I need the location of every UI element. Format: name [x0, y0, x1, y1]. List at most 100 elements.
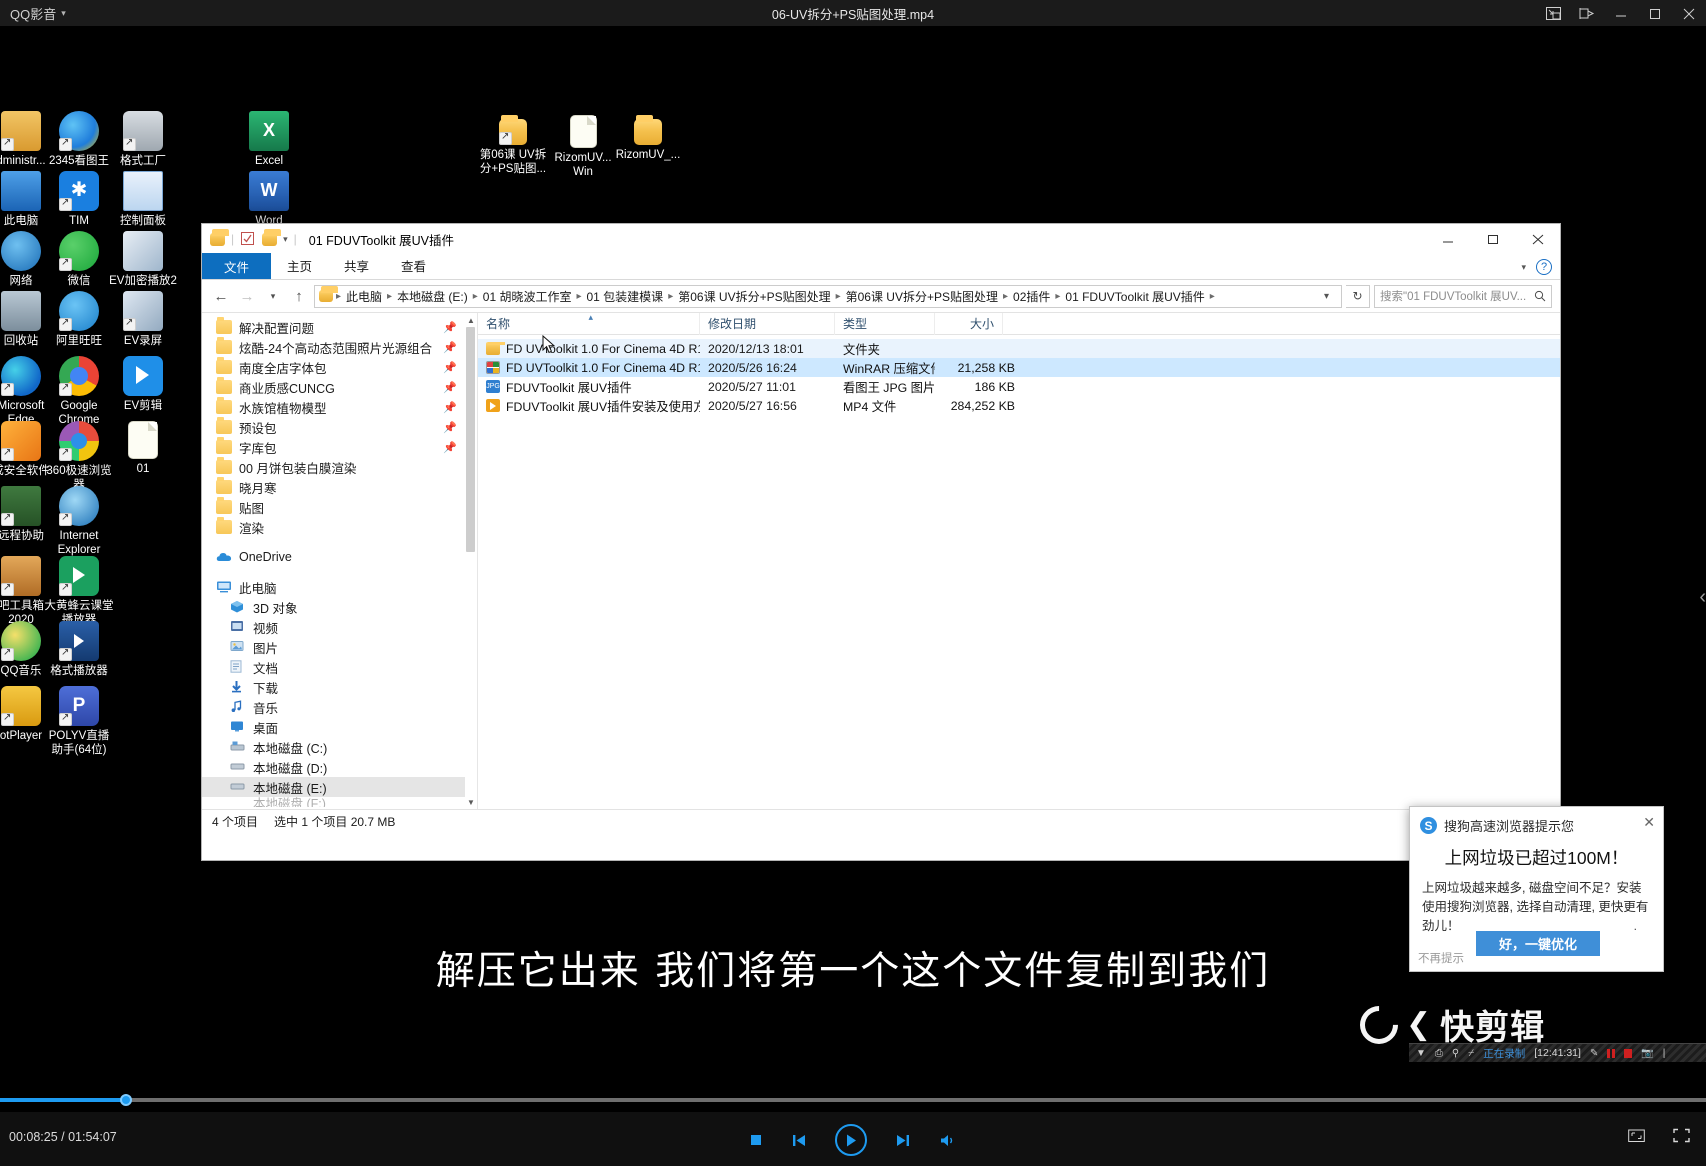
- stop-icon[interactable]: [1624, 1049, 1632, 1058]
- address-dropdown-icon[interactable]: ▾: [1316, 291, 1337, 302]
- nav-item-0[interactable]: 解决配置问题📌: [202, 317, 465, 337]
- nav-item-5[interactable]: 预设包📌: [202, 417, 465, 437]
- column-header-type[interactable]: 类型: [835, 313, 935, 335]
- pin-icon[interactable]: 📌: [443, 361, 457, 374]
- camera-icon[interactable]: 📷: [1641, 1048, 1653, 1059]
- minimize-icon[interactable]: [1425, 224, 1470, 254]
- nav-item-desktop[interactable]: 桌面: [202, 717, 465, 737]
- nav-item-partial[interactable]: 本地磁盘 (F:): [202, 797, 465, 807]
- breadcrumb-item-5[interactable]: 第06课 UV拆分+PS贴图处理: [842, 288, 1002, 305]
- nav-item-4[interactable]: 水族馆植物模型📌: [202, 397, 465, 417]
- refresh-button[interactable]: ↻: [1346, 285, 1370, 308]
- maximize-icon[interactable]: [1470, 224, 1515, 254]
- nav-item-onedrive[interactable]: OneDrive: [202, 547, 465, 567]
- breadcrumb-item-2[interactable]: 01 胡晓波工作室: [479, 288, 576, 305]
- nav-item-this-pc[interactable]: 此电脑: [202, 577, 465, 597]
- tab-view[interactable]: 查看: [385, 253, 442, 279]
- pin-icon[interactable]: 📌: [443, 341, 457, 354]
- folder-icon[interactable]: [210, 233, 225, 246]
- desktop-icon-polyv[interactable]: P POLYV直播 助手(64位): [36, 686, 122, 757]
- pin-icon[interactable]: 📌: [443, 421, 457, 434]
- pause-icon[interactable]: [1607, 1049, 1615, 1058]
- desktop-icon-internet-explorer[interactable]: Internet Explorer: [36, 486, 122, 557]
- desktop-icon-word[interactable]: W Word: [226, 171, 312, 229]
- nav-item-10[interactable]: 渲染: [202, 517, 465, 537]
- nav-item-7[interactable]: 00 月饼包装白膜渲染: [202, 457, 465, 477]
- tab-share[interactable]: 共享: [328, 253, 385, 279]
- minimize-icon[interactable]: [1604, 0, 1638, 26]
- nav-item-1[interactable]: 炫酷-24个高动态范围照片光源组合📌: [202, 337, 465, 357]
- cast-icon[interactable]: [1570, 0, 1604, 26]
- pip-icon[interactable]: [1536, 0, 1570, 26]
- desktop-icon-ev-capture[interactable]: EV录屏: [100, 291, 186, 349]
- tab-home[interactable]: 主页: [271, 253, 328, 279]
- up-icon[interactable]: ↑: [288, 285, 310, 307]
- chevron-down-icon[interactable]: ▾: [61, 8, 66, 19]
- nav-item-documents[interactable]: 文档: [202, 657, 465, 677]
- help-icon[interactable]: ?: [1536, 259, 1552, 275]
- nav-item-music[interactable]: 音乐: [202, 697, 465, 717]
- desktop-icon-ev-encrypt-player[interactable]: EV加密播放2: [100, 231, 186, 289]
- desktop-icon-dahuangfeng-player[interactable]: 大黄蜂云课堂 播放器: [36, 556, 122, 627]
- no-remind-link[interactable]: 不再提示: [1418, 950, 1464, 966]
- table-row[interactable]: JPG FDUVToolkit 展UV插件 2020/5/27 11:01 看图…: [478, 377, 1560, 396]
- previous-button[interactable]: [791, 1133, 807, 1148]
- nav-item-videos[interactable]: 视频: [202, 617, 465, 637]
- seek-bar[interactable]: [0, 1098, 1706, 1102]
- pin-icon[interactable]: 📌: [443, 401, 457, 414]
- desktop-icon-format-factory[interactable]: 格式工厂: [100, 111, 186, 169]
- desktop-icon-01-doc[interactable]: 01: [100, 421, 186, 477]
- desktop-icon-rizomuv-folder[interactable]: RizomUV_...: [605, 111, 691, 163]
- maximize-icon[interactable]: [1638, 0, 1672, 26]
- forward-icon[interactable]: →: [236, 285, 258, 307]
- nav-item-3d-objects[interactable]: 3D 对象: [202, 597, 465, 617]
- breadcrumb-item-1[interactable]: 本地磁盘 (E:): [393, 288, 472, 305]
- nav-item-3[interactable]: 商业质感CUNCG📌: [202, 377, 465, 397]
- close-icon[interactable]: [1515, 224, 1560, 254]
- pen-icon[interactable]: ✎: [1590, 1048, 1598, 1059]
- table-row[interactable]: FD UVToolkit 1.0 For Cinema 4D R19... 20…: [478, 358, 1560, 377]
- back-icon[interactable]: ←: [210, 285, 232, 307]
- more-icon[interactable]: |: [1663, 1048, 1666, 1059]
- new-folder-icon[interactable]: [262, 233, 277, 246]
- nav-item-8[interactable]: 晓月寒: [202, 477, 465, 497]
- nav-item-downloads[interactable]: 下载: [202, 677, 465, 697]
- address-path[interactable]: ▸ 此电脑 ▸ 本地磁盘 (E:) ▸ 01 胡晓波工作室 ▸ 01 包装建模课…: [314, 285, 1342, 308]
- search-input[interactable]: 搜索"01 FDUVToolkit 展UV...: [1374, 285, 1552, 308]
- nav-item-2[interactable]: 南度全店字体包📌: [202, 357, 465, 377]
- screenshot-button[interactable]: [1628, 1128, 1645, 1148]
- desktop-icon-control-panel[interactable]: 控制面板: [100, 171, 186, 229]
- scroll-up-icon[interactable]: ▲: [465, 313, 477, 327]
- nav-item-drive-e[interactable]: 本地磁盘 (E:): [202, 777, 465, 797]
- column-header-size[interactable]: 大小: [935, 313, 1003, 335]
- breadcrumb-item-4[interactable]: 第06课 UV拆分+PS贴图处理: [674, 288, 834, 305]
- fullscreen-button[interactable]: [1673, 1128, 1690, 1148]
- recent-locations-icon[interactable]: ▾: [262, 285, 284, 307]
- table-row[interactable]: FDUVToolkit 展UV插件安装及使用方法 2020/5/27 16:56…: [478, 396, 1560, 415]
- zoom-icon[interactable]: ⚲: [1452, 1048, 1459, 1059]
- collapse-ribbon-icon[interactable]: ▾: [1521, 262, 1526, 273]
- next-button[interactable]: [895, 1133, 911, 1148]
- tab-file[interactable]: 文件: [202, 253, 271, 279]
- volume-button[interactable]: [939, 1133, 957, 1148]
- desktop-icon-excel[interactable]: X Excel: [226, 111, 312, 169]
- nav-item-drive-c[interactable]: 本地磁盘 (C:): [202, 737, 465, 757]
- window-icon[interactable]: ⎙: [1435, 1048, 1443, 1059]
- column-header-date[interactable]: 修改日期: [700, 313, 835, 335]
- breadcrumb-item-3[interactable]: 01 包装建模课: [583, 288, 668, 305]
- pin-icon[interactable]: 📌: [443, 381, 457, 394]
- pin-icon[interactable]: 📌: [443, 321, 457, 334]
- breadcrumb-item-7[interactable]: 01 FDUVToolkit 展UV插件: [1061, 288, 1208, 305]
- pin-icon[interactable]: 📌: [443, 441, 457, 454]
- desktop-icon-ev-editor[interactable]: EV剪辑: [100, 356, 186, 414]
- close-icon[interactable]: ✕: [1643, 814, 1655, 831]
- app-menu[interactable]: QQ影音 ▾: [0, 4, 66, 23]
- nav-scrollbar-thumb[interactable]: [466, 327, 475, 552]
- table-row[interactable]: FD UVToolkit 1.0 For Cinema 4D R19... 20…: [478, 339, 1560, 358]
- caret-down-icon[interactable]: ▼: [1416, 1048, 1426, 1059]
- stop-button[interactable]: [749, 1133, 763, 1147]
- play-button[interactable]: [835, 1124, 867, 1156]
- nav-item-drive-d[interactable]: 本地磁盘 (D:): [202, 757, 465, 777]
- column-header-name[interactable]: ▴名称: [478, 313, 700, 335]
- properties-icon[interactable]: [240, 231, 256, 247]
